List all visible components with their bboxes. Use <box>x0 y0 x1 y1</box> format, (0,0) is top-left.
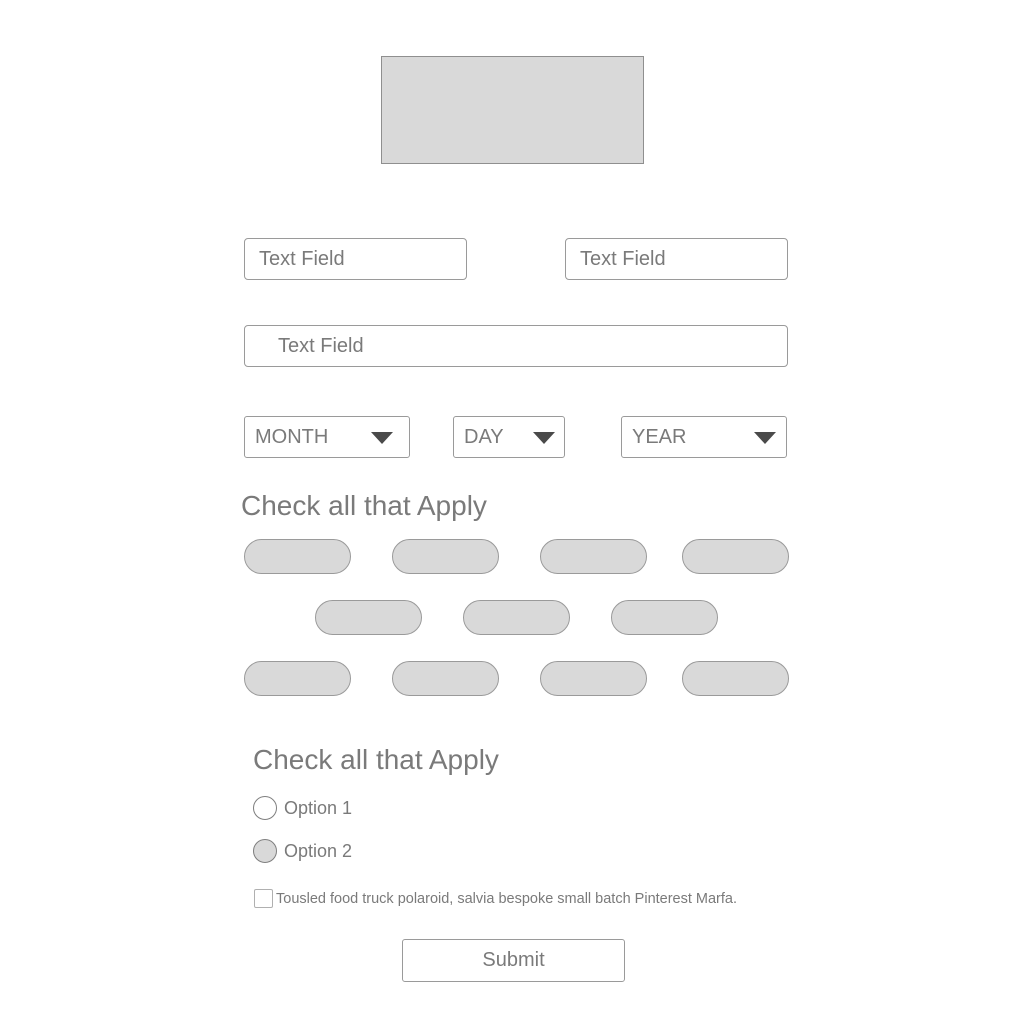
text-field-2[interactable] <box>565 238 788 280</box>
text-field-3[interactable] <box>244 325 788 367</box>
year-select[interactable]: YEAR <box>621 416 787 458</box>
pill-toggle[interactable] <box>392 539 499 574</box>
section-heading-1: Check all that Apply <box>241 490 487 521</box>
chevron-down-icon <box>371 432 393 444</box>
submit-button[interactable]: Submit <box>402 939 625 982</box>
day-select-value: DAY <box>464 425 504 448</box>
year-select-value: YEAR <box>632 425 687 448</box>
radio-option-label: Option 1 <box>284 797 353 818</box>
pill-toggle[interactable] <box>244 661 351 696</box>
radio-option-2[interactable]: Option 2 <box>253 839 352 863</box>
image-placeholder <box>381 56 644 164</box>
text-field-1[interactable] <box>244 238 467 280</box>
section-heading-2: Check all that Apply <box>253 744 499 775</box>
day-select[interactable]: DAY <box>453 416 565 458</box>
radio-option-label: Option 2 <box>284 840 353 861</box>
pill-toggle[interactable] <box>540 539 647 574</box>
chevron-down-icon <box>533 432 555 444</box>
month-select-value: MONTH <box>255 425 329 448</box>
pill-toggle[interactable] <box>315 600 422 635</box>
pill-toggle[interactable] <box>244 539 351 574</box>
chevron-down-icon <box>754 432 776 444</box>
checkbox[interactable] <box>254 889 273 908</box>
checkbox-label: Tousled food truck polaroid, salvia besp… <box>276 890 738 907</box>
radio-button[interactable] <box>253 796 277 820</box>
radio-button-selected[interactable] <box>253 839 277 863</box>
pill-toggle[interactable] <box>611 600 718 635</box>
radio-option-1[interactable]: Option 1 <box>253 796 352 820</box>
pill-toggle[interactable] <box>463 600 570 635</box>
pill-toggle[interactable] <box>682 661 789 696</box>
pill-toggle[interactable] <box>540 661 647 696</box>
pill-toggle[interactable] <box>682 539 789 574</box>
pill-toggle[interactable] <box>392 661 499 696</box>
month-select[interactable]: MONTH <box>244 416 410 458</box>
terms-checkbox-row[interactable]: Tousled food truck polaroid, salvia besp… <box>254 889 737 908</box>
